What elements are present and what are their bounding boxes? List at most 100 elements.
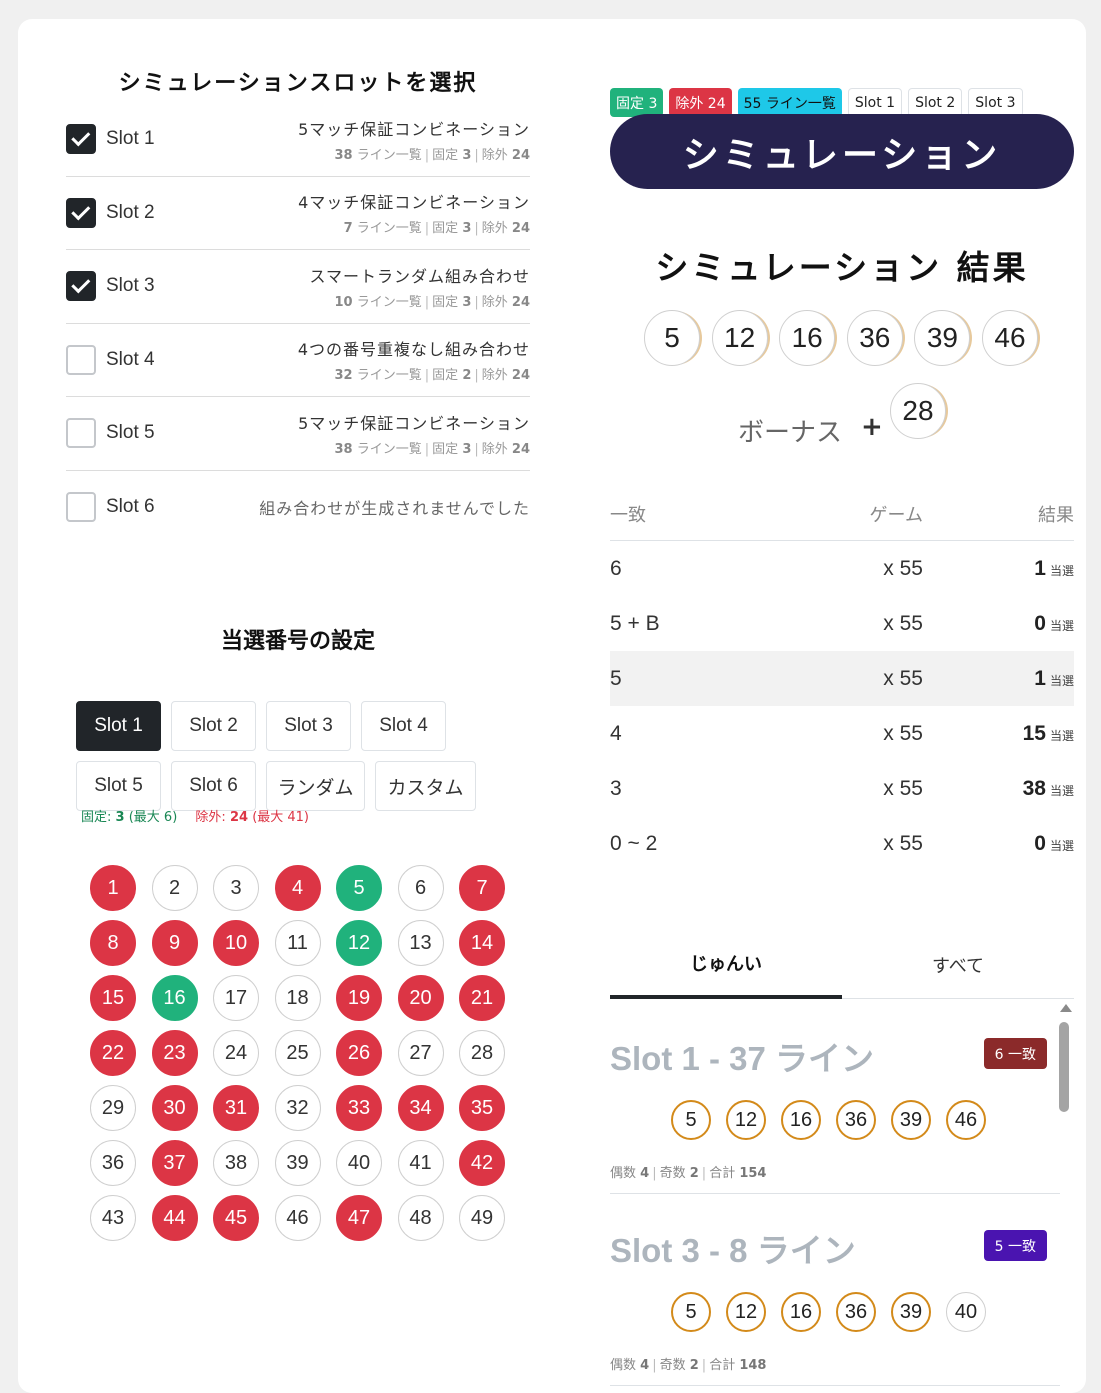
number-ball[interactable]: 47: [336, 1195, 382, 1241]
number-ball[interactable]: 36: [90, 1140, 136, 1186]
rank-card[interactable]: Slot 1 - 37 ライン 6 一致 5 12 16 36 39 46 偶数 4 | 奇数 2 |…: [610, 1002, 1060, 1194]
number-ball[interactable]: 45: [213, 1195, 259, 1241]
slot-row[interactable]: Slot 5 5マッチ保証コンビネーション 38 ライン一覧 | 固定 3 | 除外 24: [66, 397, 530, 471]
set-button[interactable]: Slot 4: [361, 701, 446, 751]
number-ball[interactable]: 26: [336, 1030, 382, 1076]
slot-meta-excl-label: 除外: [481, 441, 508, 457]
rank-card[interactable]: Slot 3 - 8 ライン 5 一致 5 12 16 36 39 40 偶数 4 | 奇数 2 | 合…: [610, 1194, 1060, 1386]
scroll-up-icon[interactable]: [1060, 1004, 1072, 1012]
rank-ball: 39: [891, 1292, 931, 1332]
number-ball[interactable]: 31: [213, 1085, 259, 1131]
number-ball[interactable]: 39: [274, 1140, 321, 1186]
number-ball[interactable]: 30: [151, 1085, 198, 1131]
simulate-button[interactable]: シミュレーション: [610, 114, 1074, 189]
number-ball[interactable]: 5: [336, 865, 382, 911]
table-row: 0 ~ 2x 55 0 当選: [610, 816, 1074, 871]
number-ball[interactable]: 4: [274, 865, 321, 911]
set-button[interactable]: Slot 2: [171, 701, 256, 751]
rank-list[interactable]: Slot 3 - 8 ライン 5 一致 5 12 16 36 39 40 偶数 4 | 奇数 2 | 合…: [610, 1002, 1074, 1393]
number-ball[interactable]: 23: [151, 1030, 198, 1076]
number-ball[interactable]: 18: [274, 975, 321, 1021]
number-ball[interactable]: 42: [459, 1140, 505, 1186]
number-ball[interactable]: 29: [90, 1085, 136, 1131]
number-ball[interactable]: 8: [90, 920, 136, 966]
slot-checkbox[interactable]: [66, 344, 96, 375]
number-ball[interactable]: 43: [90, 1195, 136, 1241]
number-ball[interactable]: 27: [397, 1030, 444, 1076]
slot-meta: 10 ライン一覧 | 固定 3 | 除外 24: [309, 291, 530, 310]
slot-checkbox[interactable]: [66, 124, 96, 155]
number-ball[interactable]: 48: [397, 1195, 444, 1241]
set-button[interactable]: ランダム: [266, 761, 365, 811]
number-ball[interactable]: 37: [151, 1140, 198, 1186]
number-ball[interactable]: 16: [151, 975, 198, 1021]
slot-row[interactable]: Slot 2 4マッチ保証コンビネーション 7 ライン一覧 | 固定 3 | 除外 24: [66, 177, 530, 250]
number-ball[interactable]: 10: [213, 920, 259, 966]
tab-all[interactable]: すべて: [842, 931, 1074, 999]
number-ball[interactable]: 2: [151, 865, 198, 911]
slot-checkbox[interactable]: [66, 271, 96, 302]
number-ball[interactable]: 24: [213, 1030, 259, 1076]
number-ball[interactable]: 9: [151, 920, 198, 966]
number-ball[interactable]: 11: [274, 920, 321, 966]
separator: |: [701, 1358, 707, 1373]
slot-checkbox[interactable]: [66, 492, 96, 523]
number-ball[interactable]: 40: [336, 1140, 382, 1186]
number-ball[interactable]: 3: [213, 865, 259, 911]
slot-combination-title: 4つの番号重複なし組み合わせ: [297, 340, 530, 360]
result-unit: 当選: [1049, 838, 1074, 853]
result-ball: 39: [914, 310, 971, 366]
slot-meta-lines: 7: [343, 221, 353, 237]
slot-meta-lines: 32: [334, 368, 353, 384]
number-ball[interactable]: 25: [274, 1030, 321, 1076]
number-ball[interactable]: 17: [213, 975, 259, 1021]
rank-ball: 16: [781, 1100, 821, 1140]
slot-meta-lines-label: ライン一覧: [356, 147, 422, 163]
number-ball[interactable]: 44: [151, 1195, 198, 1241]
result-count: 1: [1034, 556, 1046, 580]
number-ball[interactable]: 38: [213, 1140, 259, 1186]
number-ball[interactable]: 20: [397, 975, 444, 1021]
number-ball[interactable]: 41: [397, 1140, 444, 1186]
number-ball[interactable]: 34: [397, 1085, 444, 1131]
number-ball[interactable]: 33: [336, 1085, 382, 1131]
slot-meta-excl: 24: [511, 147, 530, 163]
set-button[interactable]: カスタム: [375, 761, 476, 811]
number-ball[interactable]: 28: [459, 1030, 505, 1076]
slot-checkbox[interactable]: [66, 197, 96, 228]
number-ball[interactable]: 12: [336, 920, 382, 966]
number-ball[interactable]: 15: [90, 975, 136, 1021]
rank-meta-sum: 148: [739, 1358, 767, 1373]
number-ball[interactable]: 21: [459, 975, 505, 1021]
number-ball[interactable]: 1: [90, 865, 136, 911]
number-ball[interactable]: 7: [459, 865, 505, 911]
slot-row[interactable]: Slot 1 5マッチ保証コンビネーション 38 ライン一覧 | 固定 3 | 除外 24: [66, 103, 530, 177]
number-ball[interactable]: 19: [336, 975, 382, 1021]
number-ball[interactable]: 22: [90, 1030, 136, 1076]
set-button[interactable]: Slot 5: [76, 761, 161, 811]
result-count: 0: [1034, 831, 1046, 855]
number-ball[interactable]: 13: [397, 920, 444, 966]
slot-row[interactable]: Slot 3 スマートランダム組み合わせ 10 ライン一覧 | 固定 3 | 除外 24: [66, 250, 530, 324]
number-ball[interactable]: 32: [274, 1085, 321, 1131]
number-ball[interactable]: 14: [459, 920, 505, 966]
slot-row[interactable]: Slot 4 4つの番号重複なし組み合わせ 32 ライン一覧 | 固定 2 | 除外 24: [66, 324, 530, 397]
slot-meta-fixed-label: 固定: [432, 294, 459, 310]
number-ball[interactable]: 6: [397, 865, 444, 911]
set-button[interactable]: Slot 1: [76, 701, 161, 751]
games-cell: x 55: [883, 666, 923, 690]
number-ball[interactable]: 49: [459, 1195, 505, 1241]
summary-badge: 55 ライン一覧: [737, 88, 842, 117]
number-ball[interactable]: 46: [274, 1195, 321, 1241]
set-button[interactable]: Slot 3: [266, 701, 351, 751]
rank-meta-odd: 2: [689, 1166, 699, 1181]
number-ball[interactable]: 35: [459, 1085, 505, 1131]
slot-row[interactable]: Slot 6 組み合わせが生成されませんでした: [66, 471, 530, 545]
summary-badges: 固定 3 除外 24 55 ライン一覧 Slot 1 Slot 2 Slot 3: [610, 88, 1023, 117]
games-cell: x 55: [883, 721, 923, 745]
tab-ranking[interactable]: じゅんい: [610, 931, 842, 999]
set-button[interactable]: Slot 6: [171, 761, 256, 811]
scrollbar-thumb[interactable]: [1059, 1022, 1069, 1112]
separator: |: [424, 221, 430, 237]
slot-checkbox[interactable]: [66, 418, 96, 449]
